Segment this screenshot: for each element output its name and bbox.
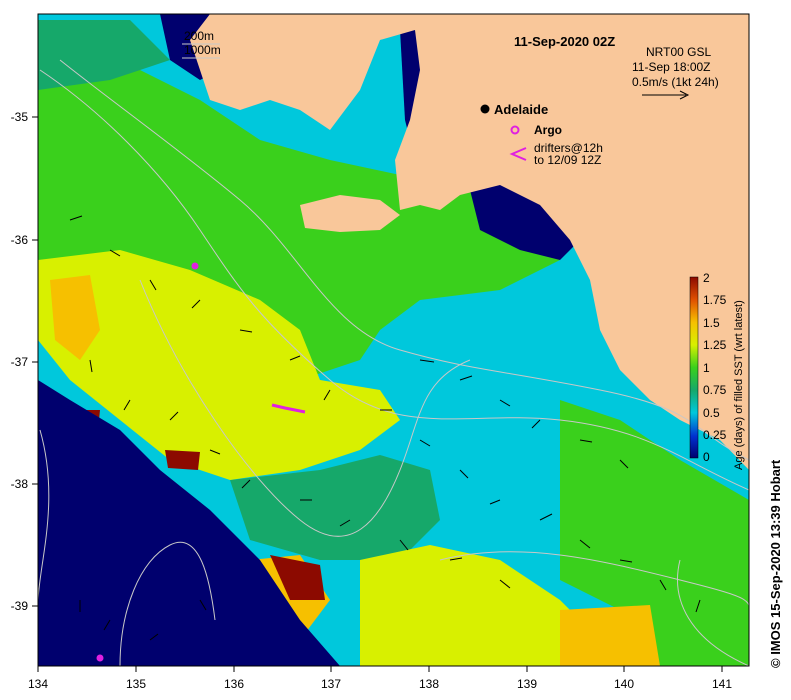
drifters-legend-line2: to 12/09 12Z — [534, 153, 601, 167]
credit-text: © IMOS 15-Sep-2020 13:39 Hobart — [768, 459, 783, 668]
y-tick-36: -36 — [11, 233, 29, 247]
x-tick-140: 140 — [614, 677, 634, 691]
x-tick-138: 138 — [419, 677, 439, 691]
y-axis: -35 -36 -37 -38 -39 — [11, 110, 38, 613]
y-tick-38: -38 — [11, 477, 29, 491]
argo-float-2 — [96, 654, 104, 662]
x-tick-136: 136 — [224, 677, 244, 691]
colorbar-tick: 1.25 — [703, 338, 727, 352]
current-info-line2: 11-Sep 18:00Z — [632, 60, 711, 74]
adelaide-text: Adelaide — [494, 102, 548, 117]
map-area — [38, 14, 749, 666]
map-title: 11-Sep-2020 02Z — [514, 34, 615, 49]
colorbar-tick: 1 — [703, 361, 710, 375]
x-axis: 134 135 136 137 138 139 140 141 — [28, 666, 732, 691]
y-tick-37: -37 — [11, 355, 29, 369]
current-info-line1: NRT00 GSL — [646, 45, 711, 59]
sst-age-map: 134 135 136 137 138 139 140 141 -35 -36 … — [11, 13, 783, 691]
colorbar-gradient — [689, 276, 699, 459]
colorbar-tick: 2 — [703, 271, 710, 285]
colorbar-tick: 1.5 — [703, 316, 720, 330]
contour-legend-200m: 200m — [184, 29, 214, 43]
colorbar-label: Age (days) of filled SST (wrt latest) — [733, 300, 745, 470]
y-tick-39: -39 — [11, 599, 29, 613]
colorbar-tick: 0 — [703, 450, 710, 464]
colorbar-tick: 0.5 — [703, 406, 720, 420]
x-tick-135: 135 — [126, 677, 146, 691]
x-tick-141: 141 — [712, 677, 732, 691]
x-tick-137: 137 — [321, 677, 341, 691]
contour-legend-1000m: 1000m — [184, 43, 221, 57]
current-info-line3: 0.5m/s (1kt 24h) — [632, 75, 719, 89]
argo-float-1 — [191, 262, 199, 270]
y-tick-35: -35 — [11, 110, 29, 124]
x-tick-134: 134 — [28, 677, 48, 691]
colorbar-tick: 0.75 — [703, 383, 727, 397]
colorbar-tick: 1.75 — [703, 293, 727, 307]
adelaide-marker-icon — [480, 104, 490, 114]
colorbar-tick: 0.25 — [703, 428, 727, 442]
x-tick-139: 139 — [517, 677, 537, 691]
argo-legend-text: Argo — [534, 123, 562, 137]
